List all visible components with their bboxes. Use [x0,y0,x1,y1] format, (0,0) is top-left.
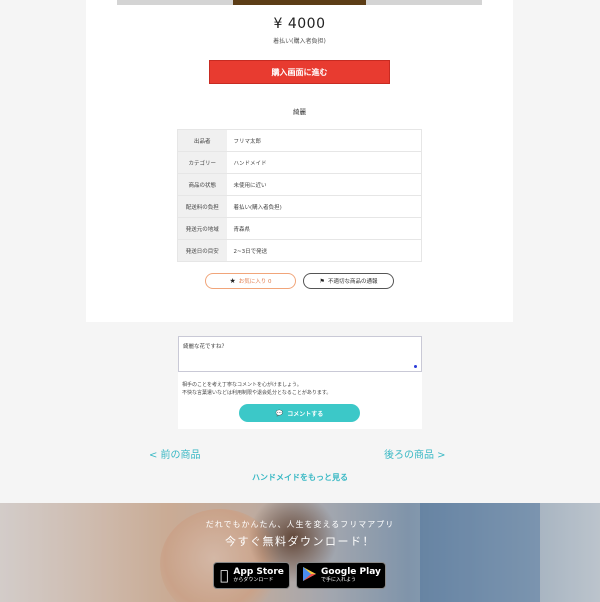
item-price: ¥ 4000 [273,16,326,32]
buy-button[interactable]: 購入画面に進む [209,60,390,84]
comment-input[interactable]: 綺麗な花ですね？ [178,336,422,372]
item-detail-card: ¥ 4000 着払い(購入者負担) 購入画面に進む 綺麗 出品者 フリマ太郎 カ… [86,0,513,322]
detail-value: ハンドメイド [226,151,422,174]
table-row: 商品の状態 未使用に近い [177,173,422,196]
google-play-name: Google Play [321,567,381,577]
detail-value: 青森県 [226,217,422,240]
comment-guideline-line: 相手のことを考え丁寧なコメントを心がけましょう。 [182,382,302,388]
comment-input-text: 綺麗な花ですね？ [183,344,228,350]
favorite-button[interactable]: ★ お気に入り 0 [205,273,296,289]
app-store-text: App Store からダウンロード [233,567,284,584]
item-description: 綺麗 [293,108,306,116]
detail-label: 発送元の地域 [177,217,227,240]
comment-section: 綺麗な花ですね？ 相手のことを考え丁寧なコメントを心がけましょう。 不快な言葉遣… [178,336,422,429]
comment-submit-label: コメントする [287,410,324,418]
app-store-button[interactable]:  App Store からダウンロード [213,562,290,589]
item-detail-table: 出品者 フリマ太郎 カテゴリー ハンドメイド 商品の状態 未使用に近い 配送料の… [177,129,422,262]
comment-guideline-line: 不快な言葉遣いなどは利用制限や退会処分となることがあります。 [182,390,332,396]
item-image-strip [117,0,482,5]
app-store-name: App Store [225,567,284,577]
banner-tagline: だれでもかんたん、人生を変えるフリマアプリ [205,520,395,529]
table-row: 発送日の目安 2~3日で発送 [177,239,422,262]
next-item-link[interactable]: 後ろの商品 > [384,446,446,461]
comment-guideline: 相手のことを考え丁寧なコメントを心がけましょう。 不快な言葉遣いなどは利用制限や… [182,381,331,397]
google-play-text: Google Play で手に入れよう [321,567,381,584]
apple-icon:  [220,568,228,584]
detail-label: 出品者 [177,129,227,152]
detail-label: 配送料の負担 [177,195,227,218]
table-row: カテゴリー ハンドメイド [177,151,422,174]
detail-label: 商品の状態 [177,173,227,196]
shipping-note: 着払い(購入者負担) [273,38,326,45]
speech-bubble-icon: 💬 [275,409,284,417]
input-indicator-icon [414,365,417,368]
report-button[interactable]: ⚑ 不適切な商品の通報 [303,273,394,289]
play-icon [303,566,316,585]
detail-value: フリマ太郎 [226,129,422,152]
app-store-caption: からダウンロード [225,577,273,583]
table-row: 発送元の地域 青森県 [177,217,422,240]
table-row: 配送料の負担 着払い(購入者負担) [177,195,422,218]
star-icon: ★ [229,277,236,285]
item-image [233,0,366,5]
detail-label: 発送日の目安 [177,239,227,262]
detail-label: カテゴリー [177,151,227,174]
flag-icon: ⚑ [319,277,325,285]
detail-value: 未使用に近い [226,173,422,196]
google-play-button[interactable]: Google Play で手に入れよう [296,562,386,589]
detail-value: 着払い(購入者負担) [226,195,422,218]
prev-item-link[interactable]: < 前の商品 [149,446,201,461]
see-more-link[interactable]: ハンドメイドをもっと見る [0,472,600,483]
banner-title: 今すぐ無料ダウンロード！ [225,535,375,548]
table-row: 出品者 フリマ太郎 [177,129,422,152]
google-play-caption: で手に入れよう [321,577,357,583]
favorite-label: お気に入り 0 [238,279,272,285]
comment-submit-button[interactable]: 💬 コメントする [239,404,360,422]
detail-value: 2~3日で発送 [226,239,422,262]
report-label: 不適切な商品の通報 [327,279,378,285]
